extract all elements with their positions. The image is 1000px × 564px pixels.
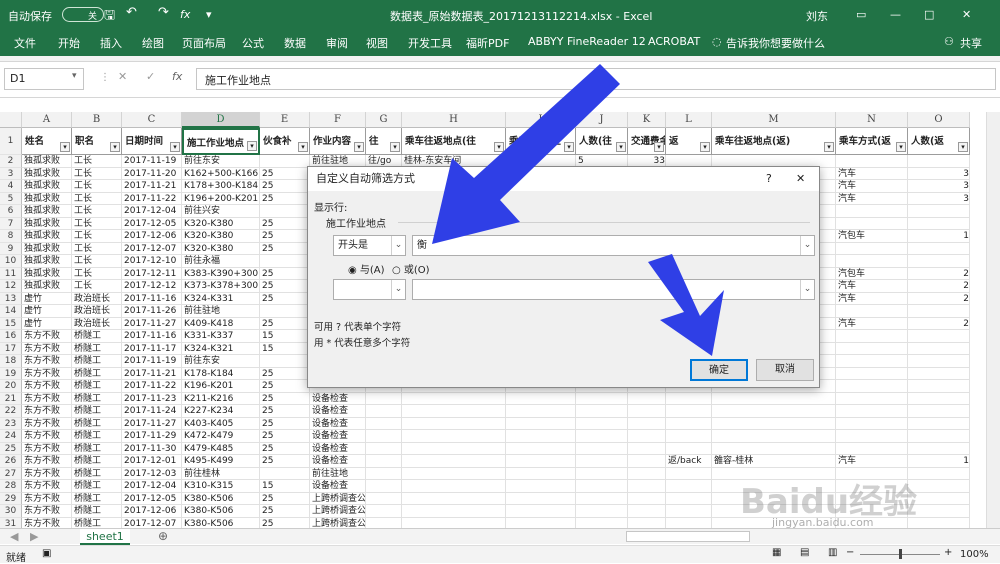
arrow-to-ok-button <box>648 254 724 356</box>
arrow-to-value-input <box>432 64 620 244</box>
watermark-url: jingyan.baidu.com <box>772 516 874 529</box>
